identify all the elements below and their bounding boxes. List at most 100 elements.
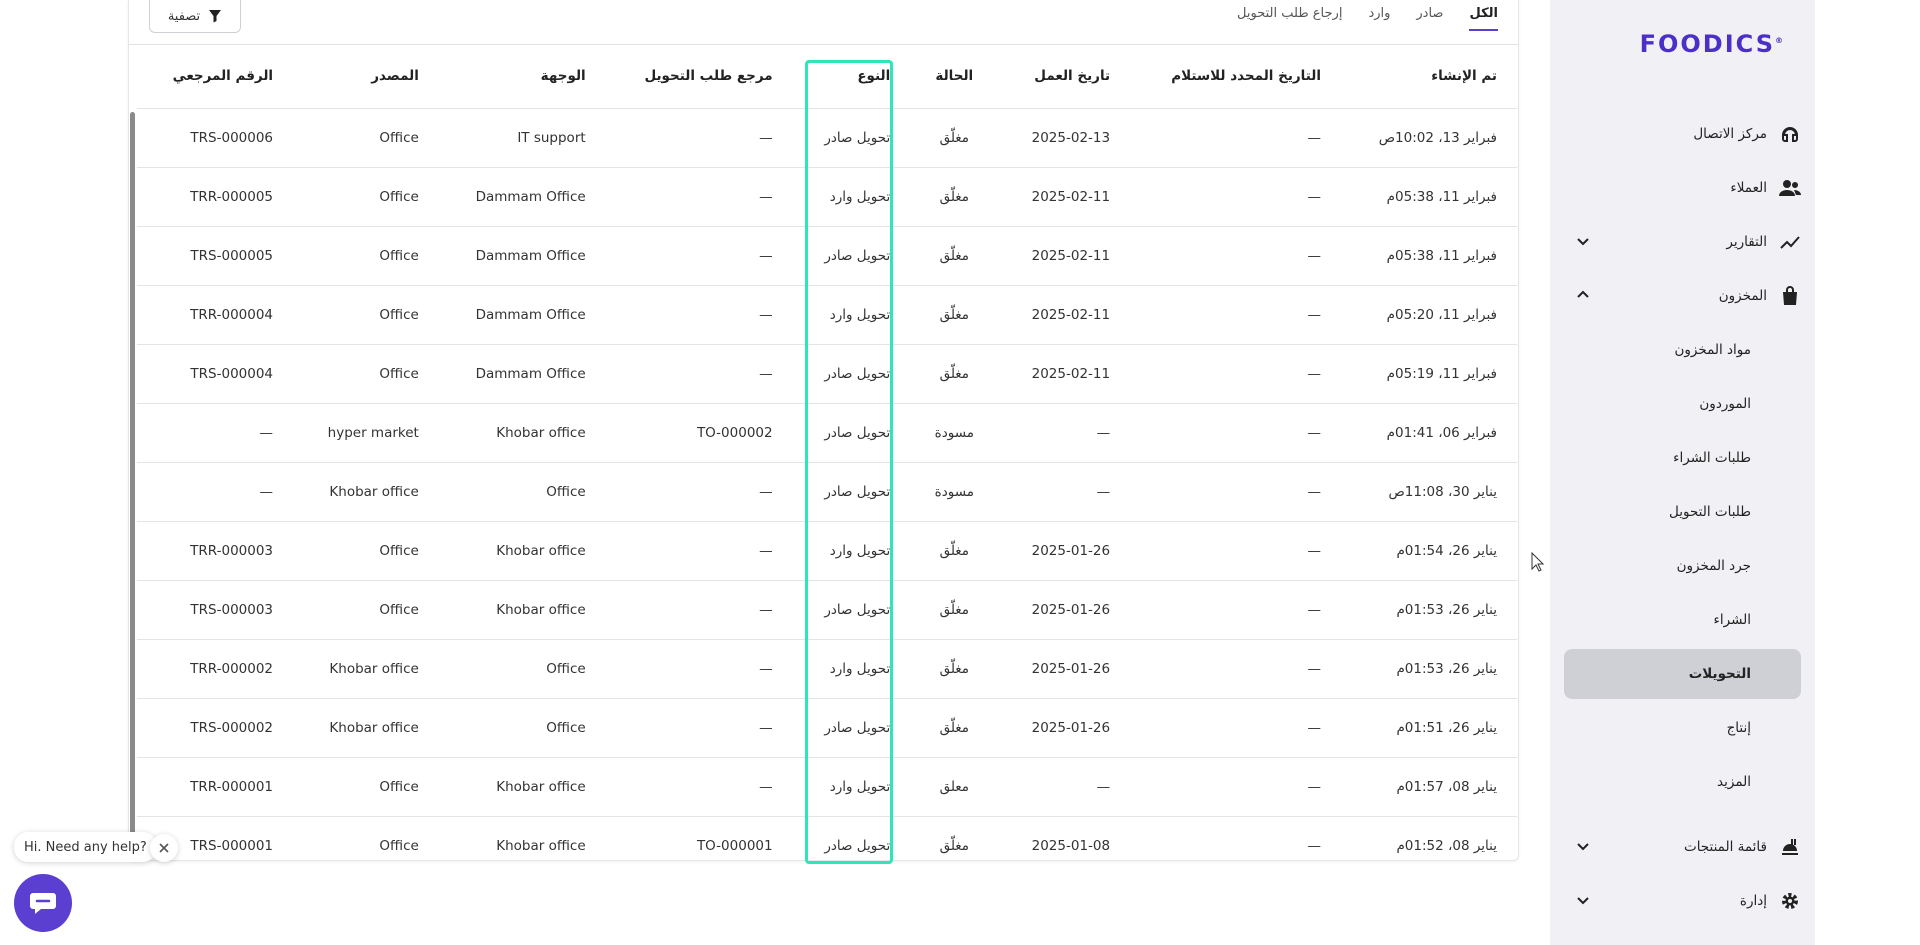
table-header-row: الرقم المرجعي المصدر الوجهة مرجع طلب الت… (137, 44, 1517, 109)
cell-source: Office (293, 521, 439, 581)
sidebar-item-transfers[interactable]: التحويلات (1564, 649, 1801, 699)
cell-reference: TRR-000003 (137, 521, 294, 581)
sidebar-item-manage[interactable]: إدارة (1564, 876, 1801, 926)
sidebar-item-suppliers[interactable]: الموردون (1564, 379, 1801, 429)
cell-created: فبراير 11، 05:20م (1340, 285, 1517, 345)
cell-status: مسودة (910, 462, 999, 522)
cell-source: Khobar office (293, 698, 439, 758)
cell-business-date: 2025-01-26 (998, 521, 1131, 581)
col-header-reference[interactable]: الرقم المرجعي (137, 44, 293, 109)
cell-reference: — (137, 462, 294, 522)
sidebar-item-label: المخزون (1718, 288, 1767, 304)
sidebar: FOODICS® مركز الاتصال العملاء التقارير ا… (1550, 0, 1815, 945)
chevron-down-icon[interactable] (1574, 837, 1592, 855)
table-row[interactable]: TRR-000002 Khobar office Office — تحويل وارد… (137, 639, 1517, 699)
col-header-due-date[interactable]: التاريخ المحدد للاستلام (1130, 44, 1341, 109)
cell-created: يناير 26، 01:54م (1340, 521, 1517, 581)
cell-transfer-ref: TO-000002 (605, 403, 793, 463)
col-header-created[interactable]: تم الإنشاء (1341, 44, 1517, 109)
chevron-down-icon[interactable] (1574, 891, 1592, 909)
cell-source: Office (293, 344, 439, 404)
cell-destination: Dammam Office (438, 285, 606, 345)
cell-transfer-ref: — (605, 757, 793, 817)
help-close-button[interactable] (150, 834, 178, 862)
cell-type: تحويل صادر (792, 816, 911, 875)
sidebar-item-purchasing[interactable]: الشراء (1564, 595, 1801, 645)
table-row[interactable]: — hyper market Khobar office TO-000002 تحويل… (137, 403, 1517, 463)
sidebar-item-transfer-orders[interactable]: طلبات التحويل (1564, 487, 1801, 537)
cell-destination: Khobar office (438, 580, 606, 640)
chevron-up-icon[interactable] (1574, 286, 1592, 304)
sidebar-item-call-center[interactable]: مركز الاتصال (1564, 109, 1801, 159)
tab-outgoing[interactable]: صادر (1416, 4, 1443, 31)
cell-reference: TRS-000005 (137, 226, 294, 286)
cell-business-date: 2025-02-13 (998, 108, 1131, 168)
cell-transfer-ref: — (605, 226, 793, 286)
table-row[interactable]: TRS-000001 Office Khobar office TO-000001 تح… (137, 816, 1517, 875)
sidebar-item-more[interactable]: المزيد (1564, 757, 1801, 807)
cell-destination: Khobar office (438, 403, 606, 463)
table-row[interactable]: TRR-000004 Office Dammam Office — تحويل وارد… (137, 285, 1517, 345)
cell-destination: Khobar office (438, 816, 606, 875)
cell-status: معلق (910, 757, 999, 817)
cell-status: مغلّق (910, 698, 999, 758)
sidebar-item-reports[interactable]: التقارير (1564, 217, 1801, 267)
sidebar-item-inventory-items[interactable]: مواد المخزون (1564, 325, 1801, 375)
sidebar-item-menu[interactable]: قائمة المنتجات (1564, 822, 1801, 872)
cell-type: تحويل وارد (792, 285, 911, 345)
sidebar-item-purchase-orders[interactable]: طلبات الشراء (1564, 433, 1801, 483)
cell-reference: TRS-000004 (137, 344, 294, 404)
cell-due-date: — (1130, 226, 1341, 286)
table-row[interactable]: TRS-000004 Office Dammam Office — تحويل صادر… (137, 344, 1517, 404)
table-row[interactable]: TRR-000005 Office Dammam Office — تحويل وارد… (137, 167, 1517, 227)
cell-destination: Dammam Office (438, 167, 606, 227)
mouse-cursor-icon (1531, 552, 1545, 572)
table-row[interactable]: TRR-000003 Office Khobar office — تحويل وارد… (137, 521, 1517, 581)
cell-reference: TRS-000003 (137, 580, 294, 640)
sidebar-item-inventory-count[interactable]: جرد المخزون (1564, 541, 1801, 591)
cell-destination: Khobar office (438, 521, 606, 581)
cell-source: Khobar office (293, 639, 439, 699)
cell-type: تحويل وارد (792, 167, 911, 227)
table-row[interactable]: TRR-000001 Office Khobar office — تحويل وارد… (137, 757, 1517, 817)
sidebar-item-production[interactable]: إنتاج (1564, 703, 1801, 753)
tab-incoming[interactable]: وارد (1368, 4, 1390, 31)
col-header-type[interactable]: النوع (793, 44, 911, 109)
chevron-down-icon[interactable] (1574, 232, 1592, 250)
sidebar-item-customers[interactable]: العملاء (1564, 163, 1801, 213)
tab-return-transfer-order[interactable]: إرجاع طلب التحويل (1237, 4, 1342, 31)
sidebar-item-inventory[interactable]: المخزون (1564, 271, 1801, 321)
help-bubble[interactable]: Hi. Need any help? (14, 832, 157, 862)
cell-type: تحويل صادر (792, 403, 911, 463)
sidebar-item-label: مركز الاتصال (1693, 126, 1767, 142)
cell-transfer-ref: — (605, 462, 793, 522)
cell-business-date: 2025-01-26 (998, 580, 1131, 640)
transfers-table: الرقم المرجعي المصدر الوجهة مرجع طلب الت… (137, 44, 1517, 875)
cell-transfer-ref: — (605, 108, 793, 168)
col-header-destination[interactable]: الوجهة (439, 44, 606, 109)
filter-icon (209, 10, 222, 23)
col-header-transfer-ref[interactable]: مرجع طلب التحويل (606, 44, 793, 109)
col-header-source[interactable]: المصدر (293, 44, 439, 109)
chat-launcher-button[interactable] (14, 874, 72, 932)
menu-food-icon (1779, 836, 1801, 858)
cell-type: تحويل صادر (792, 698, 911, 758)
table-row[interactable]: TRS-000002 Khobar office Office — تحويل صادر… (137, 698, 1517, 758)
table-scrollbar[interactable] (130, 112, 135, 852)
cell-status: مغلّق (910, 167, 999, 227)
cell-due-date: — (1130, 108, 1341, 168)
cell-reference: TRS-000002 (137, 698, 294, 758)
col-header-business-date[interactable]: تاريخ العمل (998, 44, 1130, 109)
cell-status: مغلّق (910, 344, 999, 404)
col-header-status[interactable]: الحالة (910, 44, 998, 109)
sidebar-item-label: قائمة المنتجات (1683, 839, 1767, 855)
cell-transfer-ref: TO-000001 (605, 816, 793, 875)
table-row[interactable]: — Khobar office Office — تحويل صادر مسودة — — ين… (137, 462, 1517, 522)
table-row[interactable]: TRS-000006 Office IT support — تحويل صادر مغل… (137, 108, 1517, 168)
tab-all[interactable]: الكل (1469, 4, 1498, 31)
table-row[interactable]: TRS-000005 Office Dammam Office — تحويل صادر… (137, 226, 1517, 286)
table-row[interactable]: TRS-000003 Office Khobar office — تحويل صادر… (137, 580, 1517, 640)
filter-button[interactable]: تصفية (149, 0, 241, 33)
cell-due-date: — (1130, 285, 1341, 345)
cell-due-date: — (1130, 521, 1341, 581)
